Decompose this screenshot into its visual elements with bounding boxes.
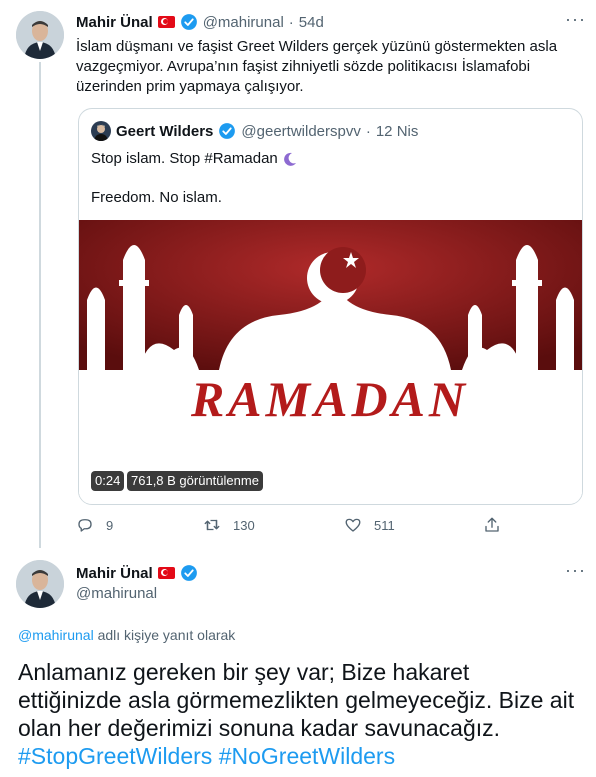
quoted-tweet-card[interactable]: Geert Wilders @geertwilderspvv · 12 Nis …	[78, 108, 583, 505]
author-handle[interactable]: @mahirunal	[76, 585, 157, 602]
hashtag-link[interactable]: #NoGreetWilders	[219, 743, 395, 769]
verified-badge-icon	[180, 14, 197, 30]
retweet-count: 130	[233, 517, 255, 533]
quoted-tweet-line1: Stop islam. Stop #Ramadan	[91, 149, 298, 169]
reply-to-handle-link[interactable]: @mahirunal	[18, 627, 94, 643]
tweet-text: İslam düşmanı ve faşist Greet Wilders ge…	[76, 38, 558, 95]
more-options-icon[interactable]: ···	[565, 9, 586, 30]
media-word: RAMADAN	[190, 371, 469, 427]
author-handle[interactable]: @mahirunal	[203, 14, 284, 31]
quoted-tweet-time: 12 Nis	[375, 122, 419, 140]
crescent-moon-icon	[283, 152, 296, 166]
tweet-header: Mahir Ünal @mahirunal · 54d	[76, 13, 324, 31]
avatar[interactable]	[16, 560, 64, 608]
quoted-avatar[interactable]	[91, 121, 111, 141]
quoted-tweet-line2: Freedom. No islam.	[91, 189, 222, 206]
view-count: 761,8 B görüntülenme	[127, 471, 263, 491]
hashtag-link[interactable]: #StopGreetWilders	[18, 743, 212, 769]
separator-dot: ·	[365, 122, 371, 140]
turkey-flag-icon	[157, 16, 175, 28]
reply-icon	[78, 519, 92, 532]
author-name[interactable]: Mahir Ünal	[76, 14, 153, 31]
quoted-author-name[interactable]: Geert Wilders	[116, 123, 213, 140]
main-tweet-text: Anlamanız gereken bir şey var; Bize haka…	[18, 658, 578, 770]
heart-icon	[345, 518, 361, 532]
separator-dot: ·	[288, 13, 294, 31]
verified-badge-icon	[219, 123, 236, 139]
author-name[interactable]: Mahir Ünal	[76, 565, 153, 582]
retweet-icon	[204, 519, 220, 531]
more-options-icon[interactable]: ···	[565, 560, 586, 581]
replying-to: @mahirunal adlı kişiye yanıt olarak	[18, 627, 235, 643]
ramadan-mosque-illustration: RAMADAN	[79, 220, 582, 503]
main-tweet-body: Anlamanız gereken bir şey var; Bize haka…	[18, 659, 575, 741]
retweet-button[interactable]: 130	[203, 516, 255, 534]
turkey-flag-icon	[157, 567, 175, 579]
like-count: 511	[374, 517, 395, 533]
quoted-tweet-header: Geert Wilders @geertwilderspvv · 12 Nis	[91, 121, 418, 141]
reply-to-label: adlı kişiye yanıt olarak	[93, 627, 236, 643]
quoted-tweet-text: Stop islam. Stop #Ramadan	[91, 150, 278, 167]
verified-badge-icon	[180, 565, 197, 581]
share-icon	[485, 517, 499, 532]
thread-line	[39, 62, 41, 548]
reply-count: 9	[106, 517, 114, 533]
tweet-actions: 9 130 511	[76, 516, 506, 538]
video-duration: 0:24	[91, 471, 125, 491]
quoted-author-handle: @geertwilderspvv	[241, 122, 361, 140]
like-button[interactable]: 511	[344, 516, 395, 534]
share-button[interactable]	[483, 516, 513, 534]
video-media[interactable]: RAMADAN 0:24 761,8 B görüntülenme	[79, 220, 582, 503]
reply-button[interactable]: 9	[76, 516, 113, 534]
main-tweet-header: Mahir Ünal	[76, 564, 198, 582]
tweet-time[interactable]: 54d	[299, 14, 324, 31]
avatar[interactable]	[16, 11, 64, 59]
